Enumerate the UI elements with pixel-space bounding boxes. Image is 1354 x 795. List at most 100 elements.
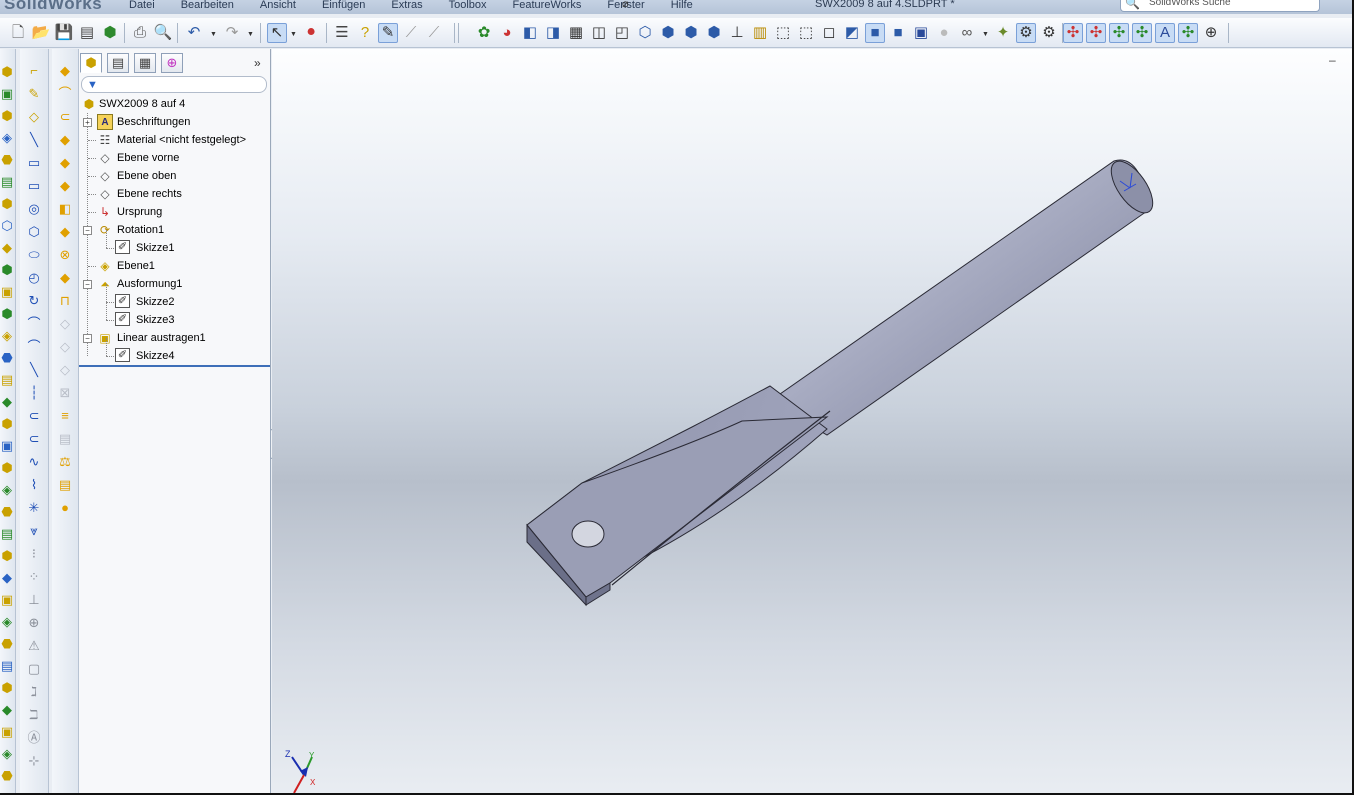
strip1-tool-icon[interactable]: ▣ bbox=[0, 723, 15, 741]
tree-item[interactable]: ✐ Skizze3 bbox=[79, 302, 270, 329]
strip1-tool-icon[interactable]: ⬢ bbox=[0, 679, 15, 697]
strip1-tool-icon[interactable]: ◆ bbox=[0, 239, 15, 257]
strip2-tool-icon[interactable]: ⬡ bbox=[25, 223, 43, 241]
strip2-tool-icon[interactable]: ⌒ bbox=[25, 338, 43, 356]
lights-icon[interactable]: A bbox=[1155, 23, 1175, 43]
strip2-tool-icon[interactable]: ╲ bbox=[25, 131, 43, 149]
collapse-icon[interactable]: − bbox=[83, 334, 92, 343]
view-back-icon[interactable]: ◨ bbox=[543, 23, 563, 43]
strip2-tool-icon[interactable]: ✳ bbox=[25, 499, 43, 517]
tree-item[interactable]: − ⏶ Ausformung1 bbox=[79, 275, 270, 293]
strip3-tool-icon[interactable]: ⊗ bbox=[56, 246, 74, 264]
select-icon[interactable]: ↖ bbox=[267, 23, 287, 43]
strip2-tool-icon[interactable]: ▭ bbox=[25, 177, 43, 195]
strip2-tool-icon[interactable]: ⊹ bbox=[25, 752, 43, 770]
strip1-tool-icon[interactable]: ◆ bbox=[0, 393, 15, 411]
save-icon[interactable]: 💾 bbox=[54, 23, 74, 43]
strip1-tool-icon[interactable]: ▣ bbox=[0, 283, 15, 301]
strip3-tool-icon[interactable]: ⊠ bbox=[56, 384, 74, 402]
strip3-tool-icon[interactable]: ⚖ bbox=[56, 453, 74, 471]
sketches-icon[interactable]: ✣ bbox=[1063, 23, 1083, 43]
new-icon[interactable]: 🗋 bbox=[8, 23, 28, 43]
strip1-tool-icon[interactable]: ⬢ bbox=[0, 261, 15, 279]
rebuild-icon[interactable]: ⬢ bbox=[100, 23, 120, 43]
strip2-tool-icon[interactable]: ⊂ bbox=[25, 430, 43, 448]
dimxpert-tab[interactable]: ⊕ bbox=[161, 53, 183, 73]
strip2-tool-icon[interactable]: ⊕ bbox=[25, 614, 43, 632]
annotations-icon[interactable]: ✣ bbox=[1132, 23, 1152, 43]
strip2-tool-icon[interactable]: ▭ bbox=[25, 154, 43, 172]
view-front-icon[interactable]: ◧ bbox=[520, 23, 540, 43]
menu-einfuegen[interactable]: Einfügen bbox=[309, 0, 378, 14]
strip2-tool-icon[interactable]: ◎ bbox=[25, 200, 43, 218]
strip3-tool-icon[interactable]: ◆ bbox=[56, 62, 74, 80]
view-right-icon[interactable]: ◫ bbox=[589, 23, 609, 43]
strip3-tool-icon[interactable]: ● bbox=[56, 499, 74, 517]
featuremanager-tab[interactable]: ⬢ bbox=[80, 53, 102, 73]
strip1-tool-icon[interactable]: ▤ bbox=[0, 371, 15, 389]
shaded-edges-icon[interactable]: ◩ bbox=[842, 23, 862, 43]
tree-item[interactable]: ✐ Skizze1 bbox=[79, 230, 270, 257]
redo-icon[interactable]: ↷ bbox=[222, 23, 242, 43]
view-bottom-icon[interactable]: ⬡ bbox=[635, 23, 655, 43]
strip2-tool-icon[interactable]: ⌐ bbox=[25, 62, 43, 80]
normal-to-icon[interactable]: ⊥ bbox=[727, 23, 747, 43]
strip3-tool-icon[interactable]: ◧ bbox=[56, 200, 74, 218]
strip1-tool-icon[interactable]: ⬢ bbox=[0, 195, 15, 213]
tree-item[interactable]: ✐ Skizze4 bbox=[79, 338, 270, 365]
strip2-tool-icon[interactable]: ⊂ bbox=[25, 407, 43, 425]
strip3-tool-icon[interactable]: ◆ bbox=[56, 223, 74, 241]
hidden-removed-icon[interactable]: ◻ bbox=[819, 23, 839, 43]
strip2-tool-icon[interactable]: ◇ bbox=[25, 108, 43, 126]
menu-bearbeiten[interactable]: Bearbeiten bbox=[168, 0, 247, 14]
preview-icon[interactable]: 🔍 bbox=[153, 23, 173, 43]
collapse-icon[interactable]: − bbox=[83, 226, 92, 235]
strip2-tool-icon[interactable]: ⌒ bbox=[25, 315, 43, 333]
strip1-tool-icon[interactable]: ▤ bbox=[0, 789, 15, 793]
tree-item[interactable]: ☷ Material <nicht festgelegt> bbox=[79, 131, 270, 149]
expand-icon[interactable]: + bbox=[83, 118, 92, 127]
strip1-tool-icon[interactable]: ⬣ bbox=[0, 503, 15, 521]
strip2-tool-icon[interactable]: ↻ bbox=[25, 292, 43, 310]
strip1-tool-icon[interactable]: ⬢ bbox=[0, 415, 15, 433]
strip1-tool-icon[interactable]: ▤ bbox=[0, 525, 15, 543]
color-icon[interactable]: ✿ bbox=[474, 23, 494, 43]
strip2-tool-icon[interactable]: ⌇ bbox=[25, 476, 43, 494]
configurationmanager-tab[interactable]: ▦ bbox=[134, 53, 156, 73]
strip1-tool-icon[interactable]: ▣ bbox=[0, 591, 15, 609]
strip1-tool-icon[interactable]: ⬢ bbox=[0, 63, 15, 81]
strip1-tool-icon[interactable]: ⬣ bbox=[0, 635, 15, 653]
strip3-tool-icon[interactable]: ▤ bbox=[56, 430, 74, 448]
realview-icon[interactable]: ▣ bbox=[911, 23, 931, 43]
view-iso-icon[interactable]: ⬢ bbox=[658, 23, 678, 43]
strip3-tool-icon[interactable]: ⊓ bbox=[56, 292, 74, 310]
help-icon[interactable]: ? bbox=[355, 23, 375, 43]
strip1-tool-icon[interactable]: ⬣ bbox=[0, 767, 15, 785]
traffic-light-icon[interactable]: ⚫ bbox=[301, 23, 321, 43]
strip2-tool-icon[interactable]: ∿ bbox=[25, 453, 43, 471]
search-input[interactable]: 🔍 SolidWorks Suche bbox=[1120, 0, 1320, 12]
feature-filter-input[interactable]: ▼ bbox=[81, 76, 267, 93]
print-icon[interactable]: ⎙ bbox=[130, 23, 150, 43]
points-icon[interactable]: ✣ bbox=[1086, 23, 1106, 43]
strip2-tool-icon[interactable]: ⚠ bbox=[25, 637, 43, 655]
tree-item[interactable]: ◈ Ebene1 bbox=[79, 257, 270, 275]
tree-item[interactable]: ✐ Skizze2 bbox=[79, 284, 270, 311]
hide-show-icon[interactable]: ∞ bbox=[957, 23, 977, 43]
strip2-tool-icon[interactable]: ✎ bbox=[25, 85, 43, 103]
strip1-tool-icon[interactable]: ▣ bbox=[0, 85, 15, 103]
graphics-area[interactable]: – Z Y X bbox=[272, 49, 1352, 793]
strip3-tool-icon[interactable]: ◇ bbox=[56, 361, 74, 379]
strip1-tool-icon[interactable]: ⬢ bbox=[0, 547, 15, 565]
strip1-tool-icon[interactable]: ◆ bbox=[0, 569, 15, 587]
strip2-tool-icon[interactable]: ▢ bbox=[25, 660, 43, 678]
expand-panel-icon[interactable]: » bbox=[254, 56, 261, 70]
redo-dropdown-icon[interactable]: ▼ bbox=[247, 31, 254, 38]
cameras-icon[interactable]: ✣ bbox=[1178, 23, 1198, 43]
strip1-tool-icon[interactable]: ◆ bbox=[0, 701, 15, 719]
menu-extras[interactable]: Extras bbox=[378, 0, 435, 14]
strip1-tool-icon[interactable]: ⬢ bbox=[0, 107, 15, 125]
strip1-tool-icon[interactable]: ▤ bbox=[0, 173, 15, 191]
strip1-tool-icon[interactable]: ⬣ bbox=[0, 349, 15, 367]
strip1-tool-icon[interactable]: ⬢ bbox=[0, 459, 15, 477]
